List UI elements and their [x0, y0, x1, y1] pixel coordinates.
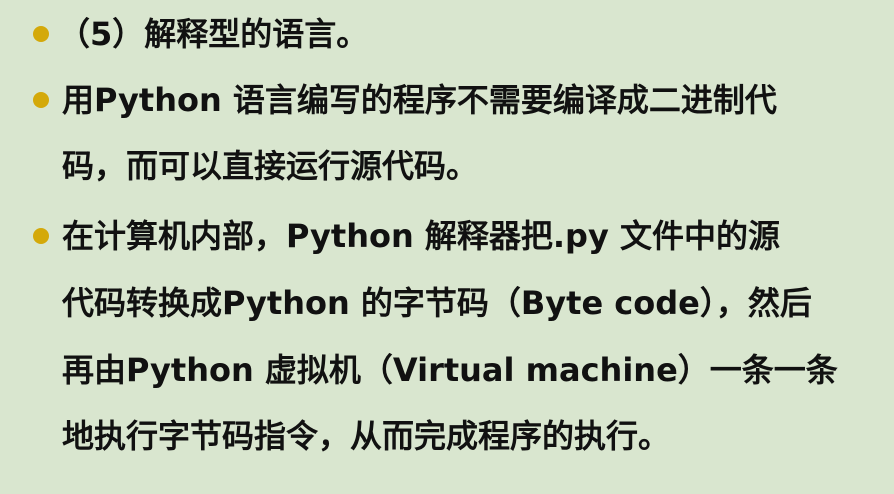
slide: （5）解释型的语言。 用Python 语言编写的程序不需要编译成二进制代 码，而… [0, 0, 894, 494]
bullet-dot-icon [33, 228, 49, 244]
bullet-dot-icon [33, 92, 49, 108]
bullet-text-line: 用Python 语言编写的程序不需要编译成二进制代 [62, 81, 777, 119]
bullet-text-line: 再由Python 虚拟机（Virtual machine）一条一条 [62, 351, 838, 389]
bullet-dot-icon [33, 26, 49, 42]
bullet-text-line: 在计算机内部，Python 解释器把.py 文件中的源 [62, 217, 780, 255]
bullet-text-line: 代码转换成Python 的字节码（Byte code），然后 [62, 284, 812, 322]
bullet-text-line: 地执行字节码指令，从而完成程序的执行。 [62, 417, 671, 455]
bullet-text-line: （5）解释型的语言。 [58, 15, 369, 53]
bullet-text-line: 码，而可以直接运行源代码。 [62, 147, 479, 185]
